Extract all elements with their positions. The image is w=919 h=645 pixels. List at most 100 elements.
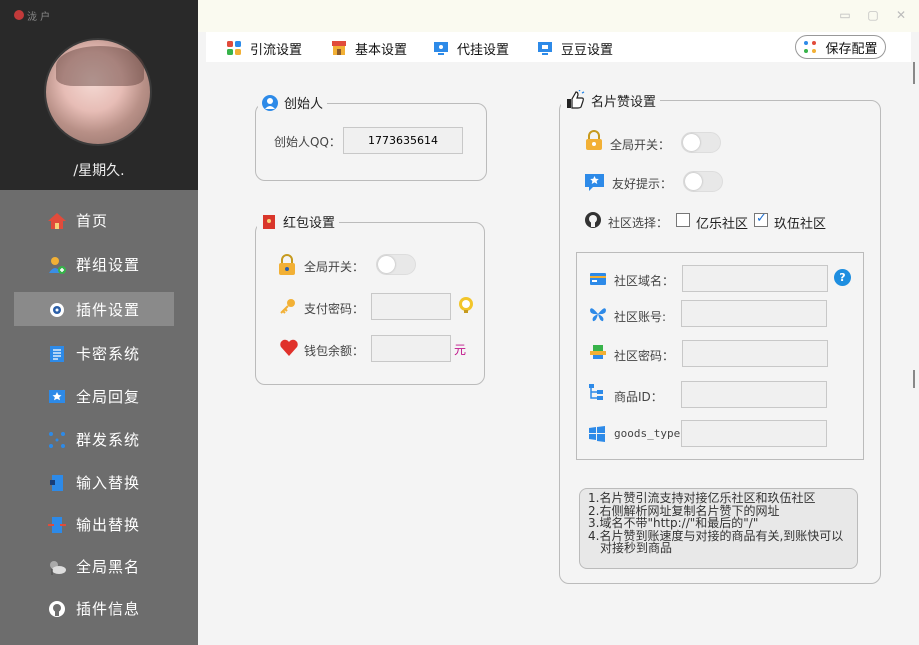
yile-community-label: 亿乐社区 xyxy=(696,217,749,232)
sidebar-item-label: 首页 xyxy=(76,211,109,230)
redpacket-password-input[interactable] xyxy=(371,293,451,320)
output-replace-icon xyxy=(48,517,66,533)
tab-traffic-settings[interactable]: 引流设置 xyxy=(226,38,302,58)
card-tip-switch[interactable] xyxy=(683,171,723,192)
community-password-input[interactable] xyxy=(682,340,828,367)
github-icon xyxy=(585,212,601,228)
tab-label: 基本设置 xyxy=(355,42,408,58)
domain-label: 社区域名： xyxy=(614,274,675,288)
jiuwu-community-checkbox[interactable] xyxy=(754,211,768,227)
windows-icon xyxy=(589,426,605,442)
thumbs-up-icon xyxy=(567,90,585,109)
logo-icon xyxy=(14,10,24,20)
sidebar-item-label: 插件设置 xyxy=(76,300,141,319)
yile-community-checkbox[interactable] xyxy=(676,213,690,227)
account-input[interactable] xyxy=(681,300,827,327)
card-like-title-text: 名片赞设置 xyxy=(591,94,657,110)
tab-label: 引流设置 xyxy=(250,42,303,58)
creator-qq-input[interactable]: 1773635614 xyxy=(343,127,463,154)
redpacket-balance-input[interactable] xyxy=(371,335,451,362)
sidebar-item-group-settings[interactable]: 群组设置 xyxy=(14,247,174,281)
red-envelope-icon xyxy=(263,214,275,229)
lock-icon xyxy=(586,130,602,150)
tree-structure-icon xyxy=(589,384,603,400)
community-select-label: 社区选择： xyxy=(608,216,669,230)
chat-star-icon xyxy=(585,174,604,191)
card-tip-label: 友好提示： xyxy=(612,177,673,191)
tab-label: 代挂设置 xyxy=(457,42,510,58)
sidebar-item-broadcast[interactable]: 群发系统 xyxy=(14,422,174,456)
plugin-gear-icon xyxy=(50,303,64,317)
sidebar-item-label: 输出替换 xyxy=(76,515,141,534)
creator-qq-label: 创始人QQ： xyxy=(274,135,341,149)
help-icon[interactable]: ? xyxy=(834,269,851,286)
note-line: 3.域名不带"http://"和最后的"/" xyxy=(588,516,759,530)
heart-icon xyxy=(280,339,298,356)
sidebar-item-label: 插件信息 xyxy=(76,599,141,618)
redpacket-card-title: 红包设置 xyxy=(257,212,340,231)
key-icon xyxy=(280,299,295,314)
card-list-icon xyxy=(50,346,64,362)
redpacket-title-text: 红包设置 xyxy=(283,216,336,231)
broadcast-dots-icon xyxy=(49,432,65,448)
stack-password-icon xyxy=(590,345,606,359)
goods-type-input[interactable] xyxy=(681,420,827,447)
close-button[interactable]: ✕ xyxy=(894,8,908,22)
lightbulb-icon xyxy=(459,297,473,313)
sidebar-item-home[interactable]: 首页 xyxy=(14,203,174,237)
github-icon xyxy=(49,601,65,617)
monitor-icon xyxy=(434,42,448,55)
creator-card-title: 创始人 xyxy=(258,93,328,112)
maximize-button[interactable]: ▢ xyxy=(866,8,880,22)
user-name: /星期久. xyxy=(73,163,125,179)
creator-title-text: 创始人 xyxy=(284,97,324,112)
sidebar-item-global-blacklist[interactable]: 全局黑名 xyxy=(14,549,174,583)
scroll-edge xyxy=(913,62,915,84)
domain-input[interactable] xyxy=(682,265,828,292)
store-icon xyxy=(332,41,346,55)
sidebar-item-label: 输入替换 xyxy=(76,473,141,492)
minimize-button[interactable]: ▭ xyxy=(838,8,852,22)
tab-beans-settings[interactable]: 豆豆设置 xyxy=(537,38,613,58)
sidebar: 泷 户 /星期久. 首页 群组设置 插件设置 卡密系统 全局回复 群发系统 输入… xyxy=(0,0,198,645)
sidebar-item-global-reply[interactable]: 全局回复 xyxy=(14,379,174,413)
sidebar-item-input-replace[interactable]: 输入替换 xyxy=(14,465,174,499)
title-bar: ▭ ▢ ✕ xyxy=(198,0,919,32)
goods-id-input[interactable] xyxy=(681,381,827,408)
butterfly-icon xyxy=(590,308,606,322)
password-label: 社区密码： xyxy=(614,349,675,363)
redpacket-switch-label: 全局开关： xyxy=(304,260,365,274)
avatar[interactable] xyxy=(44,38,152,146)
logo-text: 泷 户 xyxy=(27,12,51,23)
input-replace-icon xyxy=(50,475,63,491)
grid-apps-icon xyxy=(227,41,241,55)
sidebar-item-card-system[interactable]: 卡密系统 xyxy=(14,336,174,370)
account-label: 社区账号: xyxy=(614,310,667,324)
note-line: 1.名片赞引流支持对接亿乐社区和玖伍社区 xyxy=(588,491,816,505)
sidebar-item-label: 全局黑名 xyxy=(76,557,141,576)
tab-basic-settings[interactable]: 基本设置 xyxy=(331,38,407,58)
redpacket-password-label: 支付密码： xyxy=(304,302,365,316)
card-global-switch[interactable] xyxy=(681,132,721,153)
save-config-button[interactable]: 保存配置 xyxy=(795,35,886,59)
sidebar-item-plugin-settings[interactable]: 插件设置 xyxy=(14,292,174,326)
network-icon xyxy=(804,41,817,53)
sidebar-item-output-replace[interactable]: 输出替换 xyxy=(14,507,174,541)
credit-card-icon xyxy=(590,273,606,285)
sidebar-item-plugin-info[interactable]: 插件信息 xyxy=(14,591,174,625)
home-icon xyxy=(48,213,66,229)
redpacket-balance-label: 钱包余额： xyxy=(304,344,365,358)
save-button-label: 保存配置 xyxy=(825,41,878,57)
lock-icon xyxy=(279,254,295,275)
goods-type-label: goods_type xyxy=(614,427,681,440)
scroll-edge xyxy=(913,370,915,388)
sidebar-item-label: 群发系统 xyxy=(76,430,141,449)
user-circle-icon xyxy=(262,94,278,111)
goods-id-label: 商品ID： xyxy=(614,390,663,404)
redpacket-global-switch[interactable] xyxy=(376,254,416,275)
tab-hosting-settings[interactable]: 代挂设置 xyxy=(433,38,509,58)
main-panel: ▭ ▢ ✕ 引流设置 基本设置 代挂设置 豆豆设置 保存配置 创始人 创始人QQ… xyxy=(198,0,919,645)
jiuwu-community-label: 玖伍社区 xyxy=(774,217,827,232)
card-switch-label: 全局开关： xyxy=(610,138,671,152)
card-like-title: 名片赞设置 xyxy=(561,90,661,110)
